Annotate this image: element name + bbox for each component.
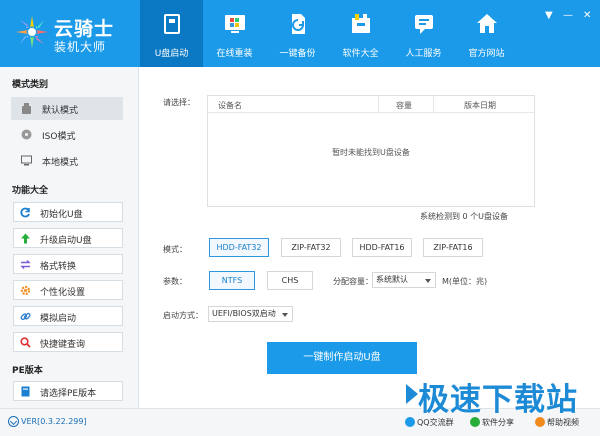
sidebar-item-personalize[interactable]: 个性化设置 <box>13 280 123 300</box>
sidebar-item-init-usb[interactable]: 初始化U盘 <box>13 202 123 222</box>
tab-software[interactable]: 软件大全 <box>329 0 392 67</box>
chevron-down-circle-icon <box>8 416 19 427</box>
sidebar-item-label: 格式转换 <box>40 262 77 272</box>
boot-method-select[interactable]: UEFI/BIOS双启动 <box>208 306 293 322</box>
tab-label: 软件大全 <box>342 49 379 59</box>
windows-icon <box>225 15 245 33</box>
header-bar: 云骑士 装机大师 U盘启动 在线重装 一键备份 软件大全 人工服务 官方网站 ▼… <box>0 0 600 67</box>
arrow-up-icon <box>21 233 30 244</box>
boot-method-value: UEFI/BIOS双启动 <box>212 309 276 318</box>
tab-label: U盘启动 <box>154 49 189 59</box>
sidebar-item-label: ISO模式 <box>42 132 76 142</box>
make-boot-usb-button[interactable]: 一键制作启动U盘 <box>267 342 417 374</box>
software-share-label: 软件分享 <box>482 418 514 427</box>
app-logo: 云骑士 装机大师 <box>8 8 138 60</box>
main-nav: U盘启动 在线重装 一键备份 软件大全 人工服务 官方网站 <box>140 0 518 67</box>
alloc-capacity-label: 分配容量： <box>333 277 373 286</box>
column-capacity: 容量 <box>396 101 412 110</box>
chevron-down-icon <box>282 313 288 317</box>
mode-label: 模式： <box>163 245 187 254</box>
book-icon <box>21 386 30 397</box>
app-title: 云骑士 <box>54 18 115 40</box>
alloc-capacity-value: 系统默认 <box>376 275 408 284</box>
func-section-title: 功能大全 <box>12 186 49 196</box>
version-link[interactable]: VER[0.3.22.299] <box>8 416 87 427</box>
help-video-label: 帮助视频 <box>547 418 579 427</box>
tab-label: 人工服务 <box>405 49 442 59</box>
sidebar-item-label: 初始化U盘 <box>40 210 83 220</box>
minimize-button[interactable]: — <box>563 10 573 21</box>
backup-icon <box>292 14 305 34</box>
sidebar-item-hotkey-query[interactable]: 快捷键查询 <box>13 332 123 352</box>
tab-online-reinstall[interactable]: 在线重装 <box>203 0 266 67</box>
column-divider <box>433 96 434 113</box>
home-icon <box>477 14 497 33</box>
sidebar-item-label: 本地模式 <box>42 158 79 168</box>
sidebar-item-label: 快捷键查询 <box>40 340 86 350</box>
column-divider <box>378 96 379 113</box>
unit-label: M(单位：兆) <box>442 277 488 286</box>
param-label: 参数： <box>163 277 187 286</box>
param-chs-button[interactable]: CHS <box>267 271 313 290</box>
device-select-label: 请选择： <box>163 98 195 107</box>
mode-zip-fat32-button[interactable]: ZIP-FAT32 <box>281 238 341 257</box>
tab-label: 官方网站 <box>468 49 505 59</box>
mode-zip-fat16-button[interactable]: ZIP-FAT16 <box>423 238 483 257</box>
param-ntfs-button[interactable]: NTFS <box>209 271 255 290</box>
sidebar-item-simulate-boot[interactable]: 模拟启动 <box>13 306 123 326</box>
sidebar-item-label: 模拟启动 <box>40 314 77 324</box>
sidebar-item-label: 请选择PE版本 <box>40 389 97 399</box>
sidebar: 模式类别 默认模式 ISO模式 本地模式 功能大全 初始化U盘 升级启动U盘 格… <box>0 67 139 408</box>
app-subtitle: 装机大师 <box>54 40 107 54</box>
mode-section-title: 模式类别 <box>12 80 49 90</box>
logo-star-icon <box>16 16 48 48</box>
tab-label: 一键备份 <box>279 49 316 59</box>
sidebar-item-label: 升级启动U盘 <box>40 236 92 246</box>
software-box-icon <box>352 14 370 33</box>
monitor-icon <box>21 155 32 166</box>
qq-group-label: QQ交流群 <box>417 418 454 427</box>
bottle-icon <box>22 103 31 114</box>
watermark-text: 极速下载站 <box>418 382 578 418</box>
sidebar-item-format-convert[interactable]: 格式转换 <box>13 254 123 274</box>
sidebar-item-select-pe[interactable]: 请选择PE版本 <box>13 381 123 401</box>
column-version-date: 版本日期 <box>464 101 496 110</box>
qq-icon <box>405 417 415 427</box>
boot-method-label: 启动方式： <box>163 311 203 320</box>
mode-hdd-fat16-button[interactable]: HDD-FAT16 <box>352 238 412 257</box>
device-count-text: 系统检测到 0 个U盘设备 <box>420 212 509 221</box>
device-list[interactable]: 设备名 容量 版本日期 暂时未能找到U盘设备 <box>207 95 535 207</box>
sidebar-item-iso-mode[interactable]: ISO模式 <box>11 123 123 146</box>
version-text: VER[0.3.22.299] <box>21 417 87 426</box>
convert-icon <box>20 260 31 269</box>
sidebar-item-label: 默认模式 <box>42 106 79 116</box>
device-empty-message: 暂时未能找到U盘设备 <box>332 148 410 157</box>
sidebar-item-local-mode[interactable]: 本地模式 <box>11 149 123 172</box>
pe-section-title: PE版本 <box>12 366 43 376</box>
tab-manual-service[interactable]: 人工服务 <box>392 0 455 67</box>
device-list-header: 设备名 容量 版本日期 <box>208 96 534 113</box>
chat-service-icon <box>415 15 433 34</box>
chevron-down-icon <box>425 279 431 283</box>
link-icon <box>20 312 31 321</box>
sidebar-item-label: 个性化设置 <box>40 288 86 298</box>
alloc-capacity-select[interactable]: 系统默认 <box>372 272 436 288</box>
mode-hdd-fat32-button[interactable]: HDD-FAT32 <box>209 238 269 257</box>
search-icon <box>20 337 31 348</box>
usb-drive-icon <box>164 14 180 34</box>
sidebar-item-default-mode[interactable]: 默认模式 <box>11 97 123 120</box>
gear-icon <box>20 285 31 296</box>
tab-one-key-backup[interactable]: 一键备份 <box>266 0 329 67</box>
disc-icon <box>21 129 32 140</box>
column-device-name: 设备名 <box>218 101 242 110</box>
tab-official-site[interactable]: 官方网站 <box>455 0 518 67</box>
close-button[interactable]: ✕ <box>583 10 591 21</box>
sidebar-item-upgrade-usb[interactable]: 升级启动U盘 <box>13 228 123 248</box>
menu-dropdown-icon[interactable]: ▼ <box>545 10 553 21</box>
tab-usb-boot[interactable]: U盘启动 <box>140 0 203 67</box>
refresh-icon <box>20 207 30 218</box>
tab-label: 在线重装 <box>216 49 253 59</box>
